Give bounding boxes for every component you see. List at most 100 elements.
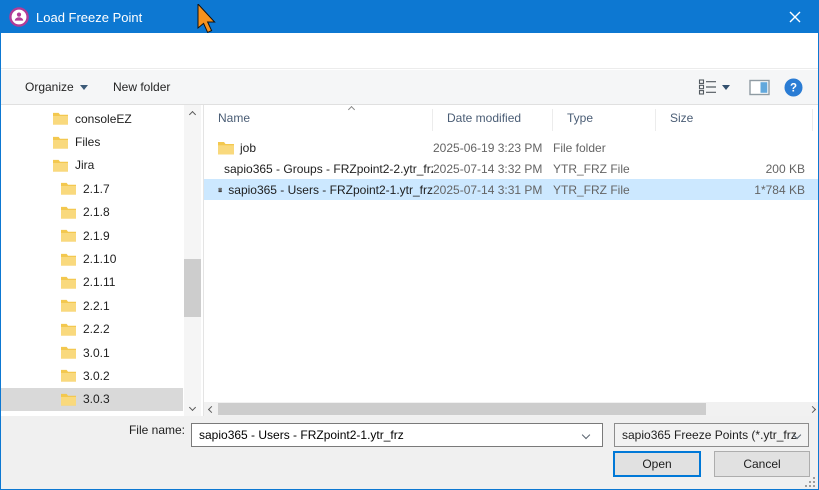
- tree-item-label: Files: [75, 135, 100, 149]
- file-type: File folder: [553, 141, 656, 155]
- organize-button[interactable]: Organize: [17, 70, 96, 104]
- chevron-down-icon: [189, 403, 196, 410]
- command-toolbar: Organize New folder ?: [1, 70, 818, 105]
- folder-icon: [61, 276, 76, 289]
- new-folder-button[interactable]: New folder: [105, 70, 178, 104]
- tree-item-303[interactable]: 3.0.3: [1, 388, 183, 411]
- tree-item-label: Jira: [75, 158, 94, 172]
- preview-pane-icon: [749, 79, 770, 96]
- chevron-up-icon: [189, 110, 196, 117]
- preview-pane-button[interactable]: [749, 76, 770, 98]
- tree-item-label: 2.1.10: [83, 252, 116, 266]
- close-button[interactable]: [772, 1, 818, 33]
- tree-item-label: 2.2.1: [83, 299, 110, 313]
- file-type-select[interactable]: sapio365 Freeze Points (*.ytr_frz: [614, 423, 809, 447]
- file-type-dropdown-button[interactable]: [794, 432, 800, 438]
- file-name: sapio365 - Users - FRZpoint2-1.ytr_frz: [228, 183, 433, 197]
- scrollbar-thumb[interactable]: [218, 403, 706, 415]
- file-row-job[interactable]: job 2025-06-19 3:23 PM File folder: [204, 137, 819, 158]
- views-button[interactable]: [698, 76, 730, 98]
- column-header-date-modified[interactable]: Date modified: [433, 109, 553, 131]
- help-icon: ?: [784, 78, 803, 97]
- load-freeze-point-dialog: Load Freeze Point: [0, 0, 819, 490]
- tree-item-302[interactable]: 3.0.2: [1, 364, 183, 387]
- folder-icon: [61, 182, 76, 195]
- file-row-groups-frz[interactable]: sapio365 - Groups - FRZpoint2-2.ytr_frz …: [204, 158, 819, 179]
- file-size: 1*784 KB: [656, 183, 813, 197]
- folder-icon: [53, 136, 68, 149]
- column-header-name[interactable]: Name: [204, 109, 433, 131]
- folder-icon: [61, 229, 76, 242]
- cancel-button[interactable]: Cancel: [714, 451, 810, 477]
- tree-item-label: 3.0.1: [83, 346, 110, 360]
- file-type-value: sapio365 Freeze Points (*.ytr_frz: [622, 428, 797, 442]
- tree-item-label: 2.1.7: [83, 182, 110, 196]
- file-date: 2025-07-14 3:32 PM: [433, 162, 553, 176]
- close-icon: [789, 11, 801, 23]
- tree-item-label: 2.2.2: [83, 322, 110, 336]
- file-size: 200 KB: [656, 162, 813, 176]
- sidebar-scrollbar[interactable]: [184, 105, 201, 416]
- help-button[interactable]: ?: [784, 76, 803, 98]
- tree-item-217[interactable]: 2.1.7: [1, 177, 183, 200]
- tree-item-2110[interactable]: 2.1.10: [1, 247, 183, 270]
- file-type: YTR_FRZ File: [553, 183, 656, 197]
- title-bar: Load Freeze Point: [1, 1, 818, 33]
- file-name: job: [240, 141, 256, 155]
- details-view-icon: [698, 78, 718, 96]
- tree-item-label: 2.1.9: [83, 229, 110, 243]
- sapio365-app-icon: [9, 7, 29, 27]
- tree-item-label: 2.1.8: [83, 205, 110, 219]
- scroll-left-button[interactable]: [204, 402, 217, 416]
- chevron-left-icon: [208, 405, 215, 412]
- column-header-type[interactable]: Type: [553, 109, 656, 131]
- chevron-down-icon: [80, 85, 88, 90]
- file-name-label: File name:: [1, 423, 185, 437]
- folder-icon: [61, 346, 76, 359]
- dialog-footer: File name: sapio365 Freeze Points (*.ytr…: [1, 416, 818, 490]
- tree-item-219[interactable]: 2.1.9: [1, 224, 183, 247]
- main-area: consoleEZ Files Jira 2.1.7 2.1.8 2.1.9: [1, 105, 818, 416]
- chevron-down-icon: [793, 431, 801, 439]
- column-header-size[interactable]: Size: [656, 109, 813, 131]
- tree-item-consoleez[interactable]: consoleEZ: [1, 107, 183, 130]
- column-headers: Name Date modified Type Size: [204, 105, 819, 131]
- tree-item-files[interactable]: Files: [1, 130, 183, 153]
- chevron-right-icon: [809, 405, 816, 412]
- file-row-users-frz[interactable]: sapio365 - Users - FRZpoint2-1.ytr_frz 2…: [204, 179, 819, 200]
- chevron-down-icon: [582, 431, 590, 439]
- mouse-cursor: [197, 4, 219, 34]
- organize-label: Organize: [25, 80, 74, 94]
- tree-item-label: consoleEZ: [75, 112, 132, 126]
- navigation-bar: This PC Windows7_OS (F:) XML Jira 3.0.3: [1, 33, 818, 69]
- tree-item-jira[interactable]: Jira: [1, 154, 183, 177]
- folder-icon: [61, 206, 76, 219]
- svg-text:?: ?: [790, 82, 797, 94]
- tree-item-222[interactable]: 2.2.2: [1, 318, 183, 341]
- folder-icon: [61, 253, 76, 266]
- scrollbar-thumb[interactable]: [184, 259, 201, 317]
- folder-icon: [53, 159, 68, 172]
- folder-icon: [53, 112, 68, 125]
- resize-grip[interactable]: [804, 476, 816, 488]
- window-title: Load Freeze Point: [36, 10, 142, 25]
- folder-icon: [61, 299, 76, 312]
- tree-item-218[interactable]: 2.1.8: [1, 201, 183, 224]
- tree-item-2111[interactable]: 2.1.11: [1, 271, 183, 294]
- list-horizontal-scrollbar[interactable]: [204, 402, 819, 416]
- file-date: 2025-06-19 3:23 PM: [433, 141, 553, 155]
- file-type: YTR_FRZ File: [553, 162, 656, 176]
- file-name-dropdown-button[interactable]: [583, 432, 589, 438]
- scroll-right-button[interactable]: [807, 402, 819, 416]
- tree-item-221[interactable]: 2.2.1: [1, 294, 183, 317]
- file-date: 2025-07-14 3:31 PM: [433, 183, 553, 197]
- open-button[interactable]: Open: [613, 451, 701, 477]
- scroll-down-button[interactable]: [184, 401, 201, 416]
- folder-icon: [61, 323, 76, 336]
- tree-item-label: 3.0.3: [83, 392, 110, 406]
- file-name: sapio365 - Groups - FRZpoint2-2.ytr_frz: [224, 162, 433, 176]
- tree-item-301[interactable]: 3.0.1: [1, 341, 183, 364]
- file-name-input[interactable]: [191, 423, 603, 447]
- file-rows: job 2025-06-19 3:23 PM File folder: [204, 137, 819, 200]
- scroll-up-button[interactable]: [184, 105, 201, 120]
